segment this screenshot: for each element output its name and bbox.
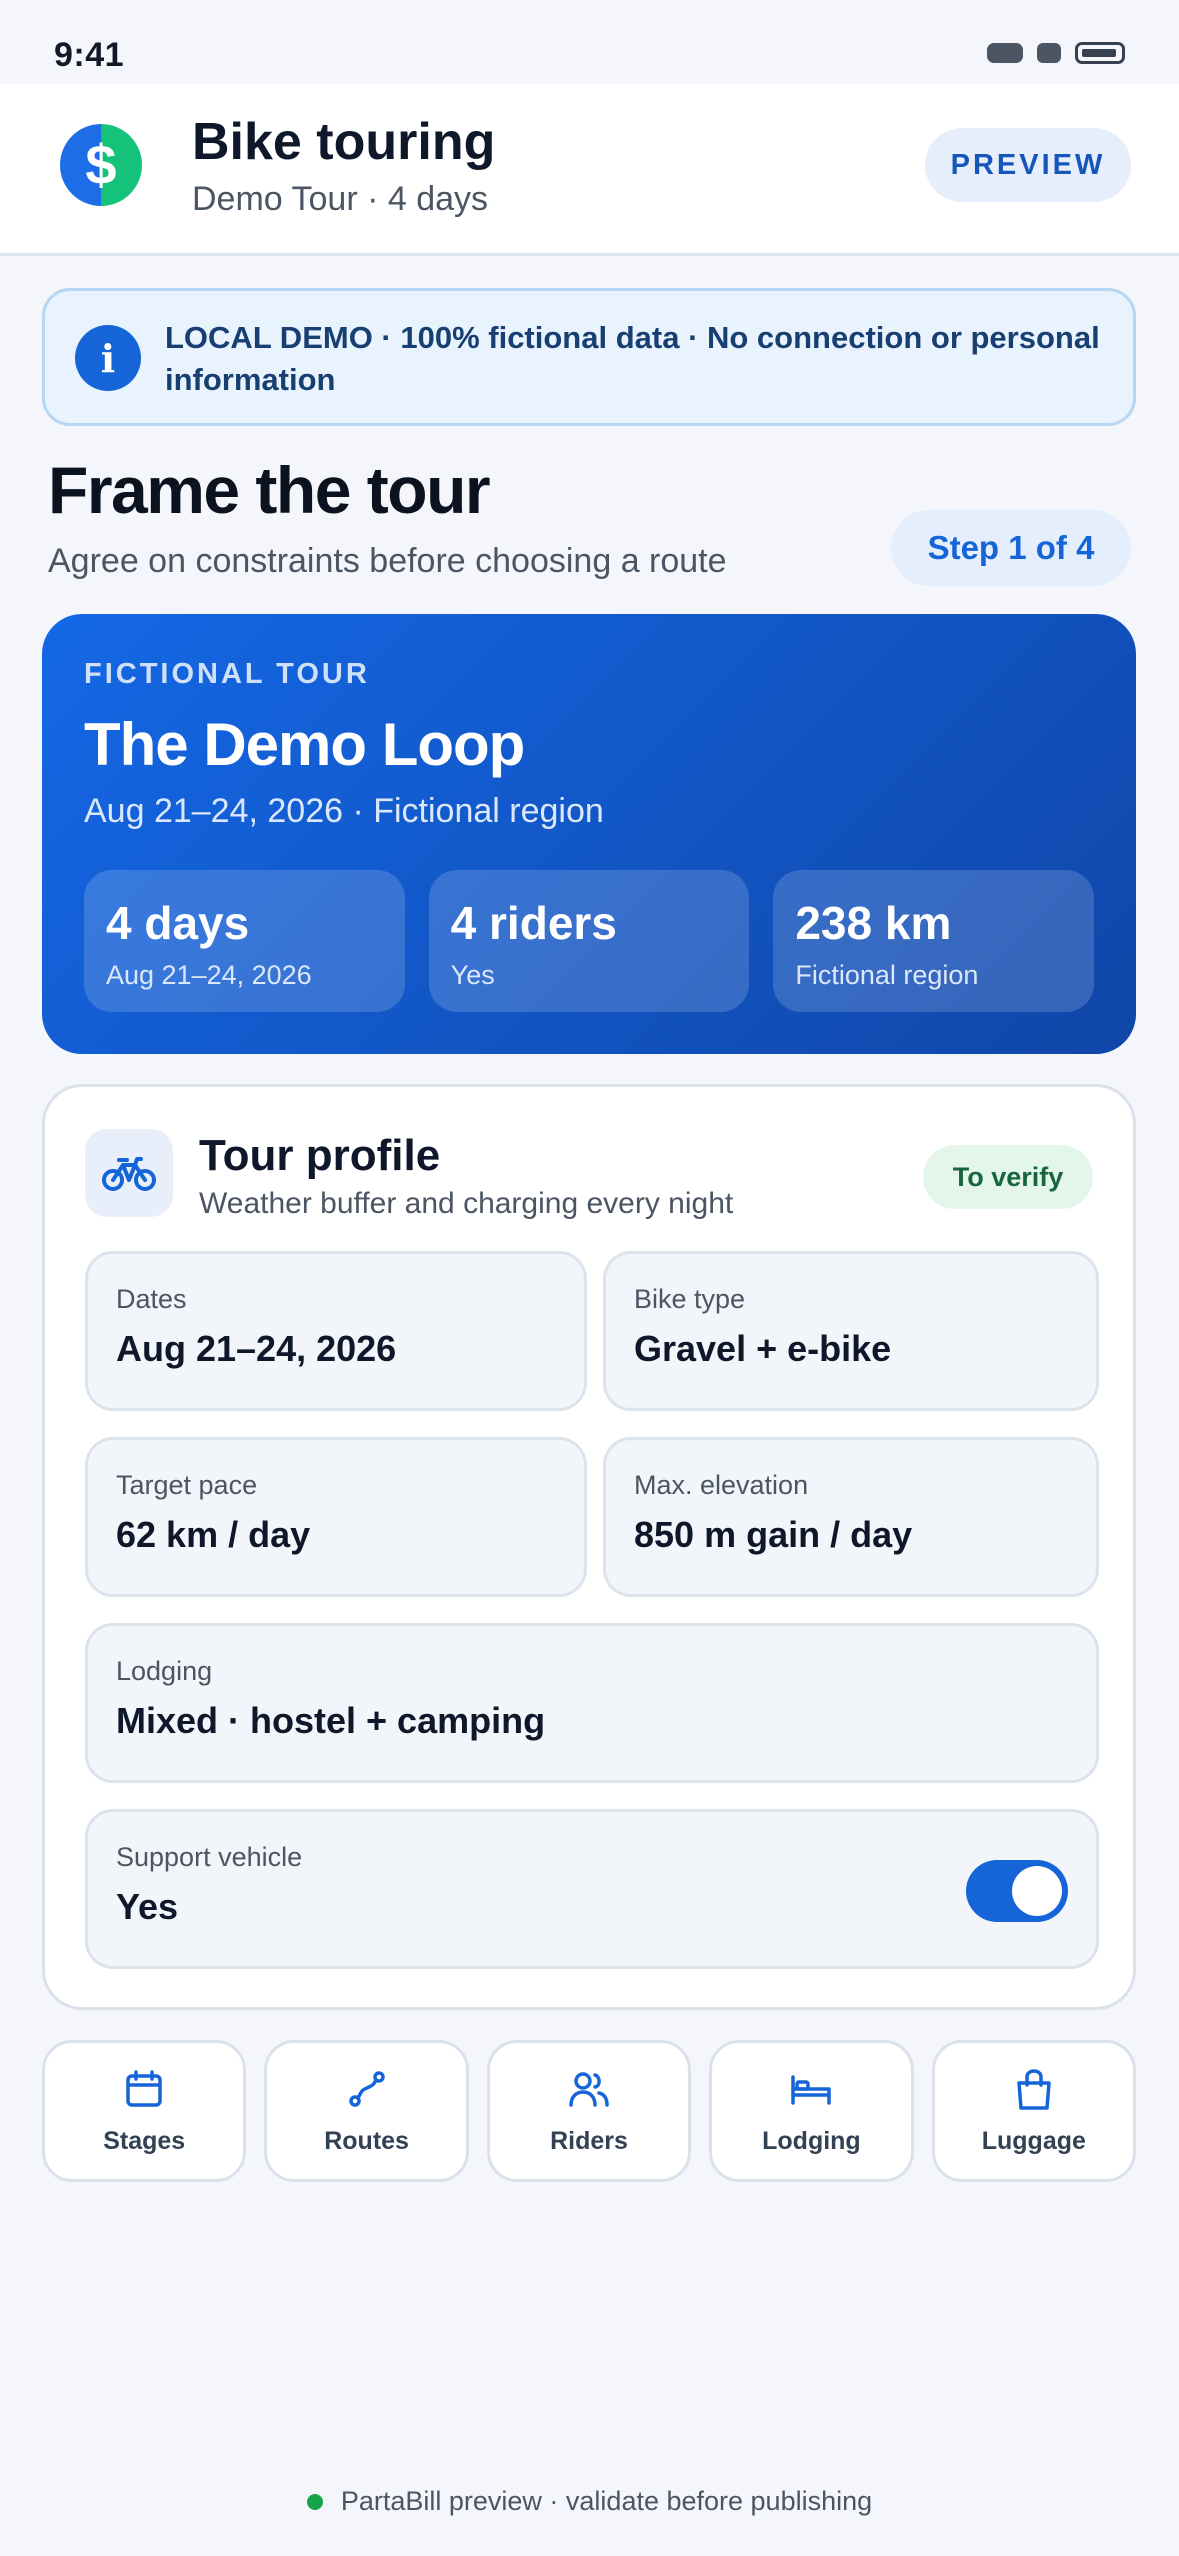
app-logo-icon: $ [60,124,142,206]
stat-value: 238 km [795,897,952,949]
field-value: Gravel + e-bike [634,1328,892,1369]
dollar-icon: $ [85,133,117,196]
page-title: Frame the tour [48,453,491,527]
status-badge: To verify [923,1145,1093,1209]
support-vehicle-toggle[interactable] [966,1860,1068,1922]
field-support-vehicle: Support vehicle Yes [85,1809,1099,1969]
tab-riders[interactable]: Riders [486,2040,692,2182]
stat-label: Fictional region [795,960,979,990]
route-icon [345,2067,389,2111]
info-icon: i [75,325,141,391]
toggle-knob [1012,1866,1062,1916]
status-time: 9:41 [54,36,125,74]
field-lodging[interactable]: Lodging Mixed · hostel + camping [85,1623,1099,1783]
tour-summary-card: FICTIONAL TOUR The Demo Loop Aug 21–24, … [42,614,1136,1054]
status-bar: 9:41 [0,0,1179,84]
field-label: Target pace [116,1470,258,1500]
step-indicator-badge: Step 1 of 4 [891,510,1131,586]
tab-label: Routes [324,2126,409,2155]
bike-icon [85,1129,173,1217]
section-tabs: Stages Routes Riders Lodging Luggage [42,2040,1137,2182]
field-label: Dates [116,1284,187,1314]
status-dot-icon [306,2493,323,2510]
field-dates[interactable]: Dates Aug 21–24, 2026 [85,1251,587,1411]
tab-stages[interactable]: Stages [42,2040,247,2182]
tour-stats: 4 days Aug 21–24, 2026 4 riders Yes 238 … [84,870,1095,1012]
banner-text: LOCAL DEMO · 100% fictional data · No co… [165,320,1100,397]
tab-label: Stages [103,2126,186,2155]
field-value: 62 km / day [116,1514,311,1555]
cellular-signal-icon [987,43,1023,63]
demo-info-banner: i LOCAL DEMO · 100% fictional data · No … [42,288,1136,426]
tab-routes[interactable]: Routes [264,2040,469,2182]
field-value: 850 m gain / day [634,1514,913,1555]
profile-subtitle: Weather buffer and charging every night [199,1187,734,1220]
tab-lodging[interactable]: Lodging [709,2040,914,2182]
tour-kicker: FICTIONAL TOUR [84,658,370,690]
bag-icon [1012,2067,1056,2111]
stat-label: Yes [450,960,495,990]
field-target-pace[interactable]: Target pace 62 km / day [85,1437,587,1597]
app-subtitle: Demo Tour · 4 days [192,180,489,218]
profile-title: Tour profile [199,1131,441,1180]
stat-distance: 238 km Fictional region [773,870,1095,1012]
calendar-icon [122,2067,166,2111]
field-label: Lodging [116,1656,213,1686]
tour-title: The Demo Loop [84,711,525,778]
stat-days: 4 days Aug 21–24, 2026 [84,870,405,1012]
field-value: Mixed · hostel + camping [116,1700,546,1741]
wifi-icon [1037,43,1061,63]
footer: PartaBill preview · validate before publ… [0,2486,1179,2517]
stat-value: 4 days [106,897,250,949]
field-bike-type[interactable]: Bike type Gravel + e-bike [603,1251,1099,1411]
app-title: Bike touring [192,113,496,171]
field-label: Bike type [634,1284,746,1314]
preview-button[interactable]: PREVIEW [925,128,1131,202]
field-value: Yes [116,1886,179,1927]
tab-luggage[interactable]: Luggage [931,2040,1137,2182]
users-icon [567,2067,611,2111]
tour-profile-card: Tour profile Weather buffer and charging… [42,1084,1136,2010]
footer-text: PartaBill preview · validate before publ… [340,2486,873,2516]
tour-subtitle: Aug 21–24, 2026 · Fictional region [84,792,604,830]
tab-label: Lodging [762,2126,861,2155]
stat-value: 4 riders [450,897,617,949]
tab-label: Luggage [981,2126,1086,2155]
stat-label: Aug 21–24, 2026 [106,960,312,990]
app-header: $ Bike touring Demo Tour · 4 days PREVIE… [0,84,1179,256]
bed-icon [789,2067,833,2111]
tab-label: Riders [550,2126,628,2155]
field-max-elevation[interactable]: Max. elevation 850 m gain / day [603,1437,1099,1597]
status-icons [987,42,1125,64]
page-subtitle: Agree on constraints before choosing a r… [48,542,727,580]
field-label: Max. elevation [634,1470,809,1500]
battery-icon [1075,42,1125,64]
field-value: Aug 21–24, 2026 [116,1328,397,1369]
field-label: Support vehicle [116,1842,303,1872]
stat-riders: 4 riders Yes [428,870,750,1012]
